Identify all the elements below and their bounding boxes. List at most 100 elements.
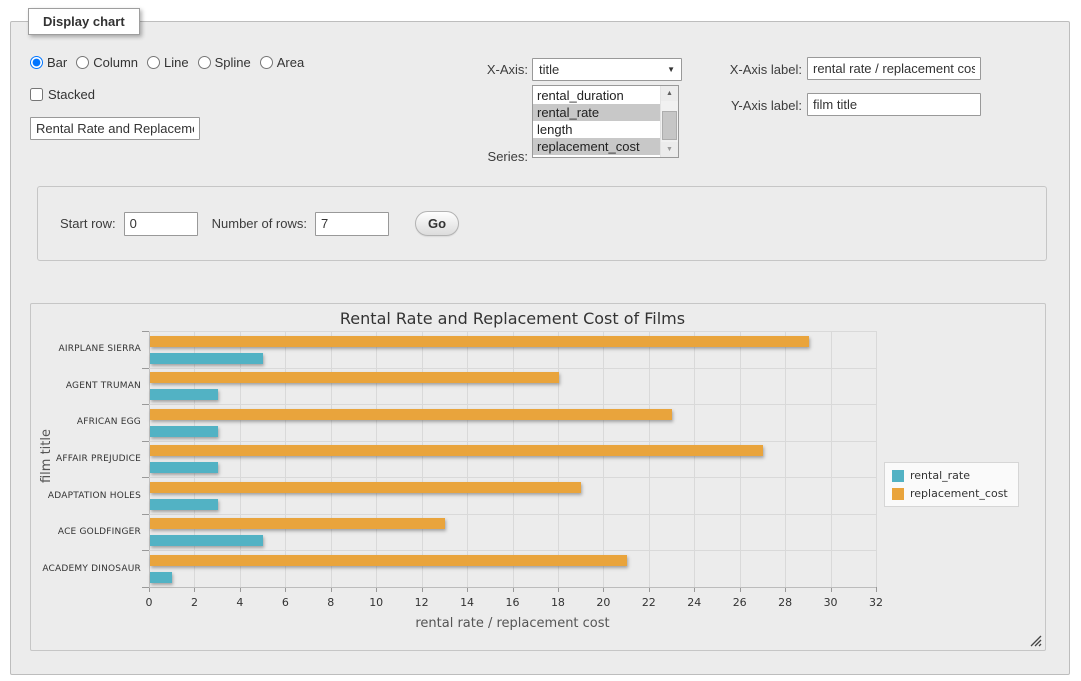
bar-replacement_cost — [150, 555, 627, 566]
category-label: AGENT TRUMAN — [33, 381, 141, 391]
x-gridline — [513, 331, 514, 587]
y-gridline — [149, 331, 876, 332]
x-tick-label: 4 — [236, 596, 243, 609]
x-gridline — [649, 331, 650, 587]
chart-type-option-line[interactable]: Line — [147, 55, 189, 70]
x-tick — [876, 587, 877, 592]
x-axis-select-label: X-Axis: — [391, 62, 528, 77]
x-gridline — [558, 331, 559, 587]
bar-replacement_cost — [150, 336, 809, 347]
chart-type-option-area[interactable]: Area — [260, 55, 304, 70]
legend-item-replacement_cost[interactable]: replacement_cost — [892, 487, 1008, 500]
bar-replacement_cost — [150, 482, 581, 493]
y-axis-label-label: Y-Axis label: — [669, 98, 802, 113]
series-option-rental_rate[interactable]: rental_rate — [533, 104, 661, 121]
x-gridline — [831, 331, 832, 587]
x-gridline — [240, 331, 241, 587]
resize-handle-icon[interactable] — [1030, 635, 1042, 647]
category-label: ACADEMY DINOSAUR — [33, 564, 141, 574]
legend-swatch — [892, 488, 904, 500]
chart-type-radio-area[interactable] — [260, 56, 273, 69]
x-tick-label: 10 — [369, 596, 383, 609]
scroll-down-icon[interactable]: ▼ — [661, 142, 678, 157]
y-axis-label-input[interactable] — [807, 93, 981, 116]
chart-type-radio-line[interactable] — [147, 56, 160, 69]
x-axis-title: rental rate / replacement cost — [149, 616, 876, 631]
chart-type-option-label: Column — [93, 55, 138, 70]
bar-rental_rate — [150, 572, 172, 583]
y-tick — [142, 331, 149, 332]
series-scrollbar[interactable]: ▲ ▼ — [660, 86, 678, 157]
chart-type-group: Bar Column Line Spline Area — [30, 55, 313, 70]
x-gridline — [603, 331, 604, 587]
y-tick — [142, 404, 149, 405]
legend-label: replacement_cost — [910, 487, 1008, 500]
x-tick-label: 26 — [733, 596, 747, 609]
chart-type-option-column[interactable]: Column — [76, 55, 138, 70]
bar-rental_rate — [150, 535, 263, 546]
stacked-label: Stacked — [48, 87, 95, 102]
chart-type-radio-column[interactable] — [76, 56, 89, 69]
y-gridline — [149, 550, 876, 551]
chart-type-option-label: Area — [277, 55, 304, 70]
category-label: ADAPTATION HOLES — [33, 491, 141, 501]
number-of-rows-input[interactable] — [315, 212, 389, 236]
x-tick-label: 0 — [146, 596, 153, 609]
x-gridline — [422, 331, 423, 587]
category-label: ACE GOLDFINGER — [33, 527, 141, 537]
x-gridline — [740, 331, 741, 587]
series-option-rental_duration[interactable]: rental_duration — [533, 87, 661, 104]
x-gridline — [376, 331, 377, 587]
bar-rental_rate — [150, 389, 218, 400]
row-range-box: Start row: Number of rows: Go — [37, 186, 1047, 261]
chart-type-option-spline[interactable]: Spline — [198, 55, 251, 70]
page: Display chart BarColumnLineSplineArea St… — [0, 0, 1081, 681]
x-gridline — [331, 331, 332, 587]
series-option-replacement_cost[interactable]: replacement_cost — [533, 138, 661, 155]
chart-title-input[interactable] — [30, 117, 200, 140]
y-gridline — [149, 404, 876, 405]
y-tick — [142, 477, 149, 478]
bar-rental_rate — [150, 426, 218, 437]
stacked-checkbox[interactable] — [30, 88, 43, 101]
stacked-option[interactable]: Stacked — [30, 87, 95, 102]
x-tick-label: 2 — [191, 596, 198, 609]
start-row-input[interactable] — [124, 212, 198, 236]
bar-rental_rate — [150, 499, 218, 510]
x-tick-label: 30 — [824, 596, 838, 609]
x-gridline — [285, 331, 286, 587]
x-axis-label-label: X-Axis label: — [669, 62, 802, 77]
y-tick — [142, 550, 149, 551]
scrollbar-thumb[interactable] — [662, 111, 677, 140]
category-label: AFFAIR PREJUDICE — [33, 454, 141, 464]
x-tick-label: 6 — [282, 596, 289, 609]
x-gridline — [467, 331, 468, 587]
legend-label: rental_rate — [910, 469, 970, 482]
x-tick-label: 16 — [506, 596, 520, 609]
chart-type-option-bar[interactable]: Bar — [30, 55, 67, 70]
y-tick — [142, 441, 149, 442]
x-tick-label: 18 — [551, 596, 565, 609]
bar-rental_rate — [150, 462, 218, 473]
y-gridline — [149, 514, 876, 515]
x-axis-label-input[interactable] — [807, 57, 981, 80]
go-button[interactable]: Go — [415, 211, 459, 236]
series-option-length[interactable]: length — [533, 121, 661, 138]
plot-area: 02468101214161820222426283032AIRPLANE SI… — [149, 331, 876, 587]
chart-type-radio-bar[interactable] — [30, 56, 43, 69]
chart-type-option-label: Bar — [47, 55, 67, 70]
series-listbox[interactable]: rental_durationrental_ratelengthreplacem… — [532, 85, 679, 158]
legend-item-rental_rate[interactable]: rental_rate — [892, 469, 1008, 482]
y-gridline — [149, 368, 876, 369]
chart-type-radio-spline[interactable] — [198, 56, 211, 69]
y-gridline — [149, 587, 876, 588]
bar-replacement_cost — [150, 409, 672, 420]
x-axis-select[interactable]: title ▼ — [532, 58, 682, 81]
x-axis-select-value: title — [539, 62, 559, 77]
x-tick-label: 32 — [869, 596, 883, 609]
y-tick — [142, 514, 149, 515]
chart-controls: BarColumnLineSplineArea Stacked X-Axis: … — [11, 22, 1069, 192]
series-select-label: Series: — [391, 149, 528, 164]
bar-replacement_cost — [150, 372, 559, 383]
bar-replacement_cost — [150, 445, 763, 456]
